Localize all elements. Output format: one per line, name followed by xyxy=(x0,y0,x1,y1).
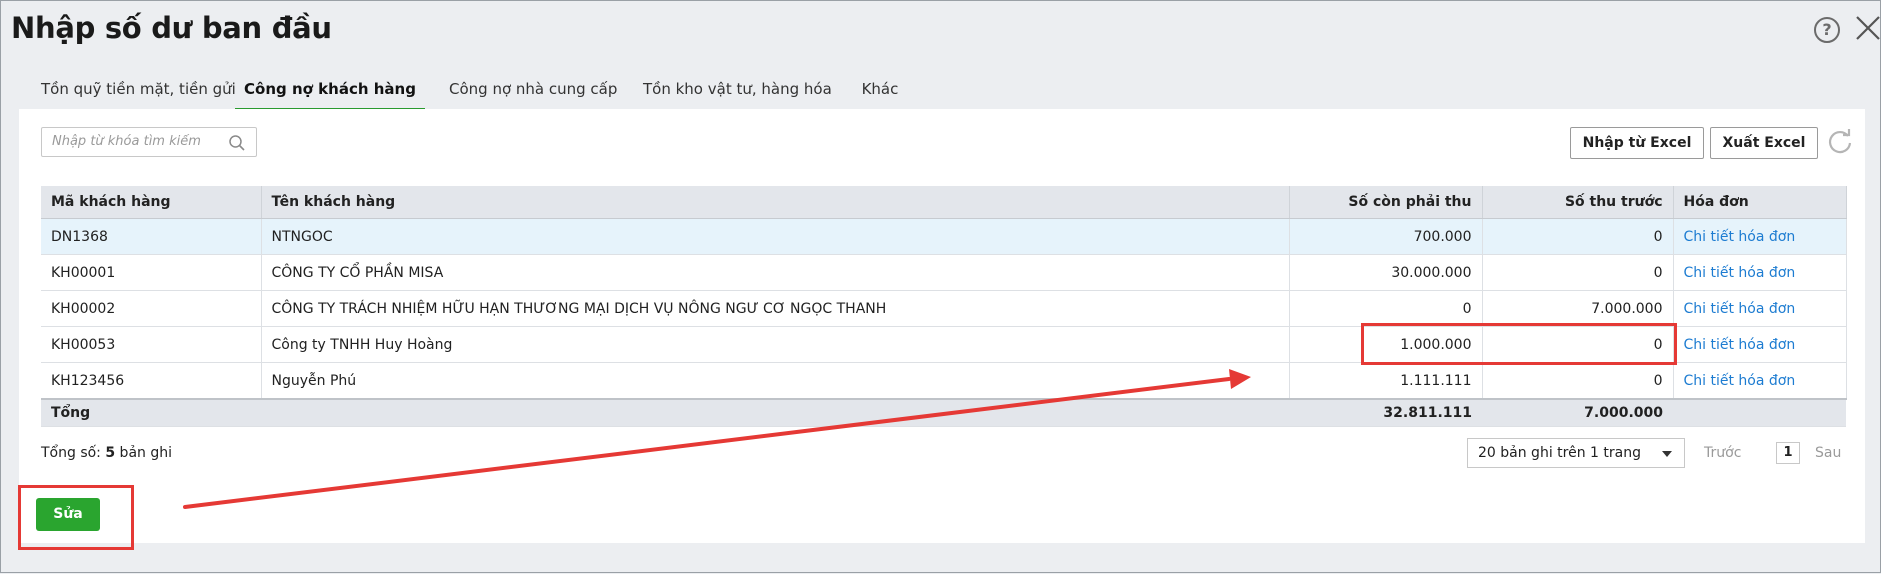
prev-page-button[interactable]: Trước xyxy=(1704,445,1741,461)
table-header-row: Mã khách hàng Tên khách hàng Số còn phải… xyxy=(41,186,1847,219)
total-prepaid: 7.000.000 xyxy=(1482,398,1673,427)
search-box xyxy=(41,127,257,157)
invoice-detail-link[interactable]: Chi tiết hóa đơn xyxy=(1673,254,1847,291)
table-row[interactable]: KH00002 CÔNG TY TRÁCH NHIỆM HỮU HẠN THƯƠ… xyxy=(41,290,1847,327)
import-excel-button[interactable]: Nhập từ Excel xyxy=(1570,127,1704,159)
highlight-box-balance-cells xyxy=(1361,323,1677,365)
current-page[interactable]: 1 xyxy=(1776,442,1800,464)
total-spacer xyxy=(261,398,1289,427)
tab-supplier-debt[interactable]: Công nợ nhà cung cấp xyxy=(449,73,617,111)
cell-customer-name: NTNGOC xyxy=(261,218,1290,255)
dialog-title: Nhập số dư ban đầu xyxy=(11,11,332,45)
record-count-prefix: Tổng số: xyxy=(41,445,106,461)
search-input[interactable] xyxy=(52,134,222,149)
cell-customer-code: KH00053 xyxy=(41,326,262,363)
table-row[interactable]: DN1368 NTNGOC 700.000 0 Chi tiết hóa đơn xyxy=(41,218,1847,255)
cell-receivable[interactable]: 700.000 xyxy=(1289,218,1483,255)
cell-receivable[interactable]: 30.000.000 xyxy=(1289,254,1483,291)
highlight-box-edit-button xyxy=(18,485,134,550)
cell-prepaid[interactable]: 0 xyxy=(1482,254,1674,291)
refresh-icon[interactable] xyxy=(1825,127,1855,157)
header-invoice[interactable]: Hóa đơn xyxy=(1673,186,1847,219)
invoice-detail-link[interactable]: Chi tiết hóa đơn xyxy=(1673,218,1847,255)
header-receivable[interactable]: Số còn phải thu xyxy=(1289,186,1483,219)
table-row[interactable]: KH00001 CÔNG TY CỔ PHẦN MISA 30.000.000 … xyxy=(41,254,1847,291)
cell-customer-code: KH123456 xyxy=(41,362,262,400)
export-excel-button[interactable]: Xuất Excel xyxy=(1710,127,1818,159)
page-size-select[interactable]: 20 bản ghi trên 1 trang xyxy=(1467,438,1685,468)
invoice-detail-link[interactable]: Chi tiết hóa đơn xyxy=(1673,326,1847,363)
cell-customer-code: KH00002 xyxy=(41,290,262,327)
total-row: Tổng 32.811.111 7.000.000 xyxy=(41,398,1846,427)
help-icon[interactable]: ? xyxy=(1814,17,1840,43)
cell-prepaid[interactable]: 0 xyxy=(1482,218,1674,255)
header-customer-code[interactable]: Mã khách hàng xyxy=(41,186,262,219)
search-icon[interactable] xyxy=(228,134,246,152)
tab-customer-debt[interactable]: Công nợ khách hàng xyxy=(235,73,425,111)
record-count-value: 5 xyxy=(105,445,116,461)
total-label: Tổng xyxy=(41,398,261,427)
cell-customer-name: CÔNG TY TRÁCH NHIỆM HỮU HẠN THƯƠNG MẠI D… xyxy=(261,290,1290,327)
page-size-value: 20 bản ghi trên 1 trang xyxy=(1478,445,1641,461)
invoice-detail-link[interactable]: Chi tiết hóa đơn xyxy=(1673,362,1847,400)
cell-customer-name: Nguyễn Phú xyxy=(261,362,1290,400)
customer-debt-table: Mã khách hàng Tên khách hàng Số còn phải… xyxy=(41,186,1847,427)
cell-prepaid[interactable]: 7.000.000 xyxy=(1482,290,1674,327)
tab-inventory[interactable]: Tồn kho vật tư, hàng hóa xyxy=(643,73,832,111)
tab-cash-bank[interactable]: Tồn quỹ tiền mặt, tiền gửi xyxy=(41,73,236,111)
record-count-suffix: bản ghi xyxy=(115,445,172,461)
cell-customer-code: DN1368 xyxy=(41,218,262,255)
chevron-down-icon xyxy=(1662,451,1672,457)
close-icon[interactable] xyxy=(1853,13,1881,43)
record-count: Tổng số: 5 bản ghi xyxy=(41,445,172,461)
next-page-button[interactable]: Sau xyxy=(1815,445,1841,461)
total-receivable: 32.811.111 xyxy=(1289,398,1482,427)
header-customer-name[interactable]: Tên khách hàng xyxy=(261,186,1290,219)
cell-receivable[interactable]: 1.111.111 xyxy=(1289,362,1483,400)
cell-customer-name: Công ty TNHH Huy Hoàng xyxy=(261,326,1290,363)
header-prepaid[interactable]: Số thu trước xyxy=(1482,186,1674,219)
total-spacer xyxy=(1673,398,1846,427)
cell-prepaid[interactable]: 0 xyxy=(1482,362,1674,400)
cell-receivable[interactable]: 0 xyxy=(1289,290,1483,327)
cell-customer-name: CÔNG TY CỔ PHẦN MISA xyxy=(261,254,1290,291)
tab-other[interactable]: Khác xyxy=(855,73,905,111)
invoice-detail-link[interactable]: Chi tiết hóa đơn xyxy=(1673,290,1847,327)
cell-customer-code: KH00001 xyxy=(41,254,262,291)
table-row[interactable]: KH123456 Nguyễn Phú 1.111.111 0 Chi tiết… xyxy=(41,362,1847,400)
dialog: Nhập số dư ban đầu ? Tồn quỹ tiền mặt, t… xyxy=(0,0,1881,573)
